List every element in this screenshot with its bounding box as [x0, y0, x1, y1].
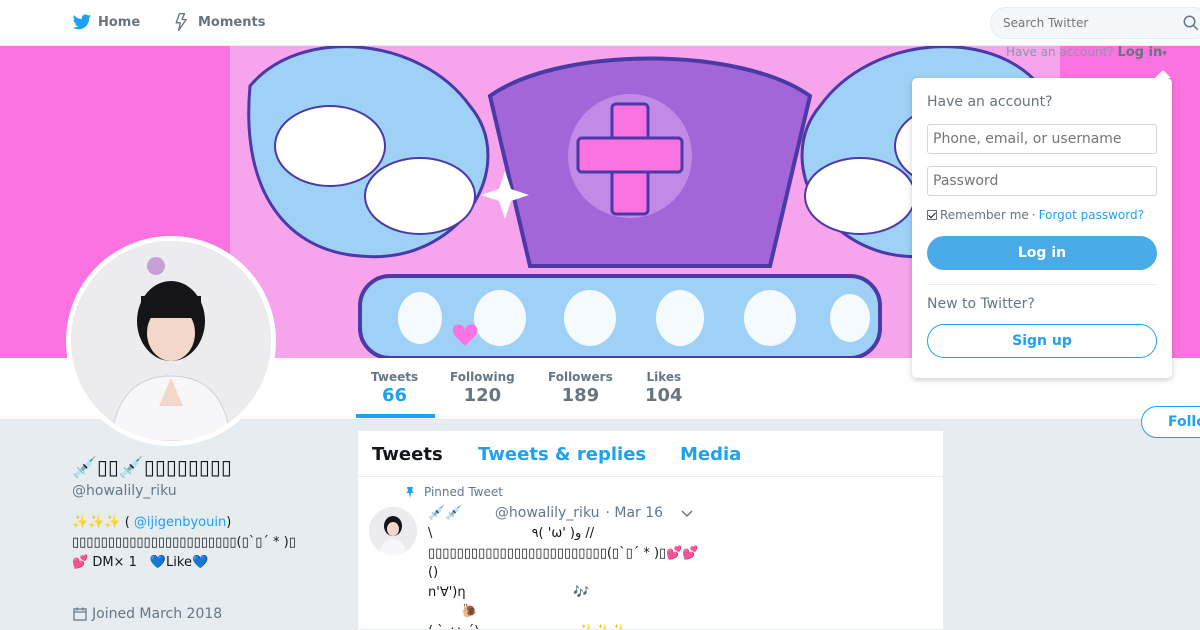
login-toggle-prompt: Have an account?	[1006, 45, 1114, 59]
stat-tweets-value: 66	[382, 385, 408, 406]
username-field[interactable]	[927, 124, 1157, 154]
profile-name[interactable]: 💉▯▯💉▯▯▯▯▯▯▯▯	[72, 455, 232, 479]
login-toggle-link[interactable]: Log in	[1117, 45, 1162, 60]
stat-tweets[interactable]: Tweets 66	[371, 370, 418, 406]
pinned-tweet-label: Pinned Tweet	[424, 485, 503, 499]
joined-date-label: Joined March 2018	[92, 606, 223, 622]
profile-bio: ✨✨✨ ( @ijigenbyouin) ▯▯▯▯▯▯▯▯▯▯▯▯▯▯▯▯▯▯▯…	[72, 513, 332, 573]
new-to-twitter-label: New to Twitter?	[927, 296, 1035, 312]
signup-button[interactable]: Sign up	[927, 324, 1157, 358]
tab-tweets[interactable]: Tweets	[372, 444, 443, 465]
top-navigation: Home Moments	[0, 0, 1200, 46]
bio-line-1-prefix: ✨✨✨ (	[72, 515, 130, 530]
login-button[interactable]: Log in	[927, 236, 1157, 270]
chevron-down-icon[interactable]	[680, 507, 694, 521]
bio-line-1-suffix: )	[226, 515, 232, 530]
twitter-bird-icon	[72, 14, 92, 30]
password-field[interactable]	[927, 166, 1157, 196]
login-panel: Have an account? Remember me · Forgot pa…	[912, 70, 1172, 378]
stat-likes-value: 104	[645, 385, 683, 406]
divider	[927, 284, 1157, 285]
tweet-author-name[interactable]: 💉💉	[428, 505, 463, 521]
caret-down-icon: ▾	[1162, 49, 1167, 59]
forgot-password-link[interactable]: Forgot password?	[1039, 208, 1144, 222]
tweet-text: \ ٩( 'ω' )و // ▯▯▯▯▯▯▯▯▯▯▯▯▯▯▯▯▯▯▯▯▯▯▯▯▯…	[428, 526, 699, 629]
active-stat-indicator	[356, 414, 435, 418]
nav-moments[interactable]: Moments	[172, 12, 265, 32]
follow-button[interactable]: Follow	[1141, 406, 1200, 438]
stat-following-value: 120	[463, 385, 502, 406]
stat-followers[interactable]: Followers 189	[548, 370, 613, 406]
pin-icon	[406, 487, 414, 498]
stat-followers-value: 189	[561, 385, 600, 406]
stat-followers-label: Followers	[548, 370, 613, 384]
bio-line-1: ✨✨✨ ( @ijigenbyouin)	[72, 513, 332, 533]
tab-tweets-and-replies[interactable]: Tweets & replies	[478, 444, 646, 465]
login-panel-heading: Have an account?	[927, 94, 1053, 110]
nav-moments-label: Moments	[198, 14, 266, 30]
pinned-tweet-context: Pinned Tweet	[404, 485, 503, 499]
separator-dot: ·	[1031, 208, 1036, 222]
nav-home-label: Home	[98, 14, 141, 30]
lightning-icon	[175, 13, 187, 32]
tweet-date[interactable]: · Mar 16	[606, 505, 664, 521]
search-input[interactable]	[990, 7, 1200, 39]
profile-avatar[interactable]	[66, 236, 276, 446]
stat-tweets-label: Tweets	[371, 370, 419, 384]
login-dropdown-toggle[interactable]: Have an account? Log in▾	[1006, 45, 1167, 60]
timeline-tabs: Tweets Tweets & replies Media	[358, 431, 943, 477]
tweet-avatar[interactable]	[369, 507, 417, 555]
remember-me-checkbox[interactable]	[927, 210, 937, 220]
remember-row: Remember me · Forgot password?	[927, 208, 1144, 222]
search-icon[interactable]	[1182, 14, 1200, 32]
stat-likes-label: Likes	[646, 370, 682, 384]
joined-date: Joined March 2018	[72, 606, 222, 622]
calendar-icon	[73, 607, 87, 621]
timeline: Tweets Tweets & replies Media Pinned Twe…	[357, 430, 944, 630]
bio-line-2: ▯▯▯▯▯▯▯▯▯▯▯▯▯▯▯▯▯▯▯▯▯▯▯(▯`▯´ * )▯	[72, 535, 296, 550]
bio-line-3: 💕 DM× 1 💙Like💙	[72, 555, 209, 570]
nav-home[interactable]: Home	[72, 12, 140, 32]
tweet-header: 💉💉 @howalily_riku · Mar 16	[428, 505, 663, 521]
stat-following-label: Following	[450, 370, 515, 384]
stat-following[interactable]: Following 120	[450, 370, 515, 406]
bio-mention-link[interactable]: @ijigenbyouin	[134, 515, 226, 530]
remember-me-label[interactable]: Remember me	[940, 208, 1029, 222]
avatar-image	[71, 241, 271, 441]
profile-screen-name[interactable]: @howalily_riku	[72, 483, 177, 499]
stat-likes[interactable]: Likes 104	[645, 370, 683, 406]
tab-media[interactable]: Media	[680, 444, 741, 465]
tweet-handle[interactable]: @howalily_riku	[495, 505, 600, 521]
